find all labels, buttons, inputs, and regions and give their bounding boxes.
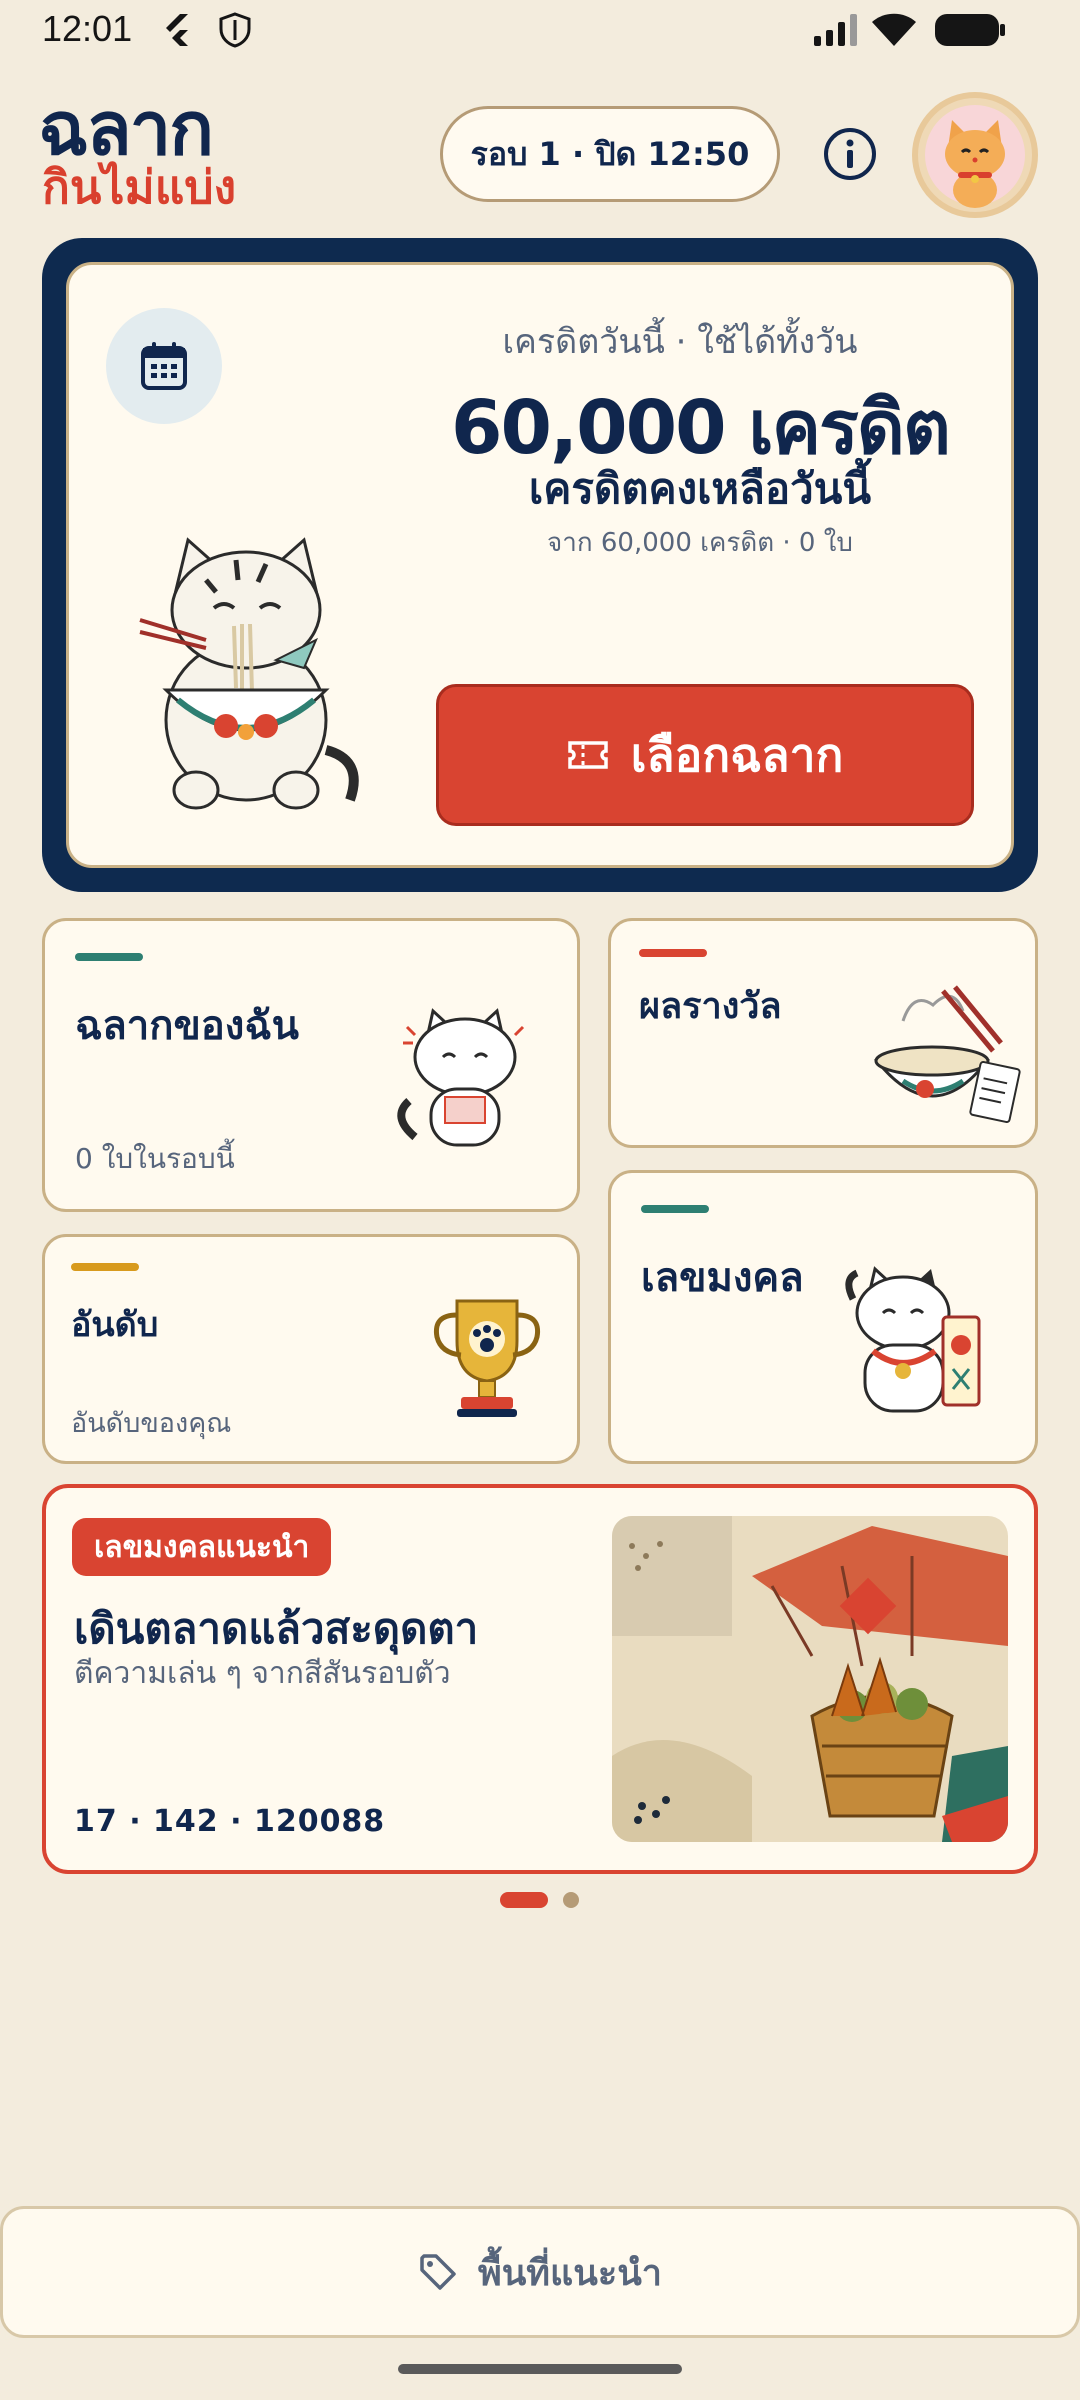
featured-description: ตีความเล่น ๆ จากสีสันรอบตัว <box>74 1656 451 1691</box>
lucky-cat-illustration <box>845 1266 981 1413</box>
info-icon[interactable] <box>822 126 878 182</box>
carousel-dot[interactable] <box>563 1892 579 1908</box>
results-tile[interactable]: ผลรางวัล <box>608 918 1038 1148</box>
wifi-icon <box>872 13 916 46</box>
choose-ticket-label: เลือกฉลาก <box>630 727 844 782</box>
choose-ticket-button[interactable]: เลือกฉลาก <box>436 684 974 826</box>
tile-accent-bar <box>75 953 143 961</box>
market-basket-illustration <box>612 1516 1008 1842</box>
logo-subtitle: กินไม่แบ่ง <box>42 160 237 214</box>
status-time: 12:01 <box>42 8 133 49</box>
calendar-badge <box>106 308 222 424</box>
my-tickets-count: 0 ใบในรอบนี้ <box>75 1142 235 1175</box>
tile-accent-bar <box>639 949 707 957</box>
credit-subtitle: เครดิตวันนี้ · ใช้ได้ทั้งวัน <box>502 322 858 362</box>
round-status-pill[interactable]: รอบ 1 · ปิด 12:50 <box>440 106 780 202</box>
featured-lucky-numbers: 17 · 142 · 120088 <box>74 1804 386 1839</box>
home-indicator[interactable] <box>398 2364 682 2374</box>
lucky-numbers-tile[interactable]: เลขมงคล <box>608 1170 1038 1464</box>
tile-accent-bar <box>641 1205 709 1213</box>
trophy-icon <box>433 1299 541 1417</box>
recommended-area-label: พื้นที่แนะนำ <box>477 2252 663 2294</box>
carousel-dot-active[interactable] <box>500 1892 548 1908</box>
cat-eating-noodles-illustration <box>139 537 359 810</box>
results-title: ผลรางวัล <box>639 986 782 1027</box>
flutter-icon <box>166 14 188 46</box>
signal-icon <box>814 14 857 46</box>
shield-icon <box>219 12 251 48</box>
waving-cat-illustration <box>397 1008 525 1147</box>
credit-remaining-label: เครดิตคงเหลือวันนี้ <box>528 464 872 513</box>
cat-avatar-icon <box>925 105 1025 208</box>
ranking-title: อันดับ <box>71 1305 159 1345</box>
logo-title: ฉลาก <box>38 86 214 172</box>
status-bar: 12:01 <box>0 0 1080 62</box>
ticket-icon <box>567 741 608 769</box>
featured-badge: เลขมงคลแนะนำ <box>72 1518 332 1576</box>
my-tickets-tile[interactable]: ฉลากของฉัน 0 ใบในรอบนี้ <box>42 918 580 1212</box>
credit-from-label: จาก 60,000 เครดิต · 0 ใบ <box>547 528 853 558</box>
avatar[interactable] <box>912 92 1038 218</box>
noodle-bowl-illustration <box>873 985 1021 1124</box>
calendar-icon <box>141 342 187 390</box>
tag-icon <box>420 2254 456 2290</box>
recommended-area-bar[interactable]: พื้นที่แนะนำ <box>0 2206 1080 2338</box>
my-tickets-title: ฉลากของฉัน <box>75 1003 299 1049</box>
tile-accent-bar <box>71 1263 139 1271</box>
ranking-subtitle: อันดับของคุณ <box>71 1408 232 1439</box>
lucky-numbers-title: เลขมงคล <box>641 1255 804 1301</box>
market-collage-image <box>612 1516 1008 1842</box>
battery-icon <box>935 14 1005 46</box>
ranking-tile[interactable]: อันดับ อันดับของคุณ <box>42 1234 580 1464</box>
